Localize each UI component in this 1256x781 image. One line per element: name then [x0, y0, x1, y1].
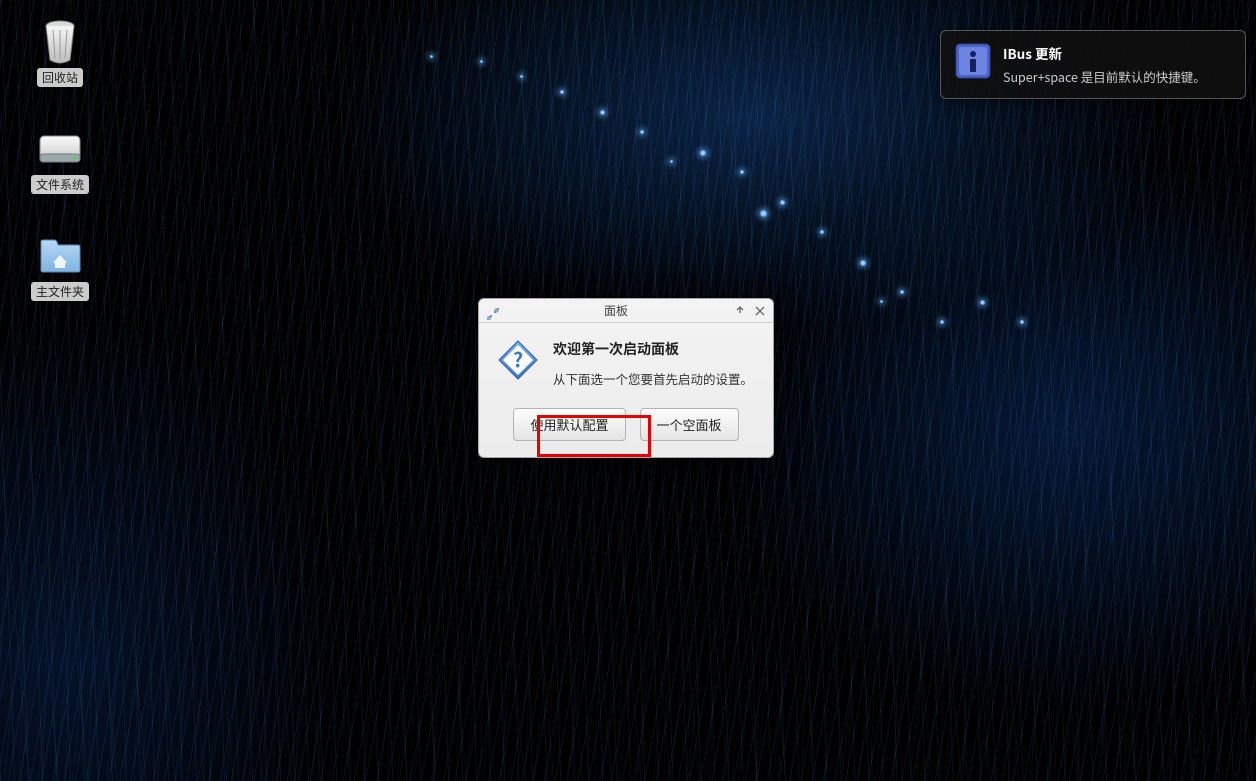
dialog-heading: 欢迎第一次启动面板 — [553, 339, 753, 359]
dialog-body: ? 欢迎第一次启动面板 从下面选一个您要首先启动的设置。 — [479, 323, 773, 398]
dialog-title: 面板 — [505, 302, 727, 319]
drive-icon — [38, 127, 82, 171]
notification-body: Super+space 是目前默认的快捷键。 — [1003, 67, 1206, 86]
desktop-icon-label: 文件系统 — [31, 175, 89, 194]
desktop-icons-area: 回收站 文件系统 — [30, 20, 90, 301]
panel-first-run-dialog: 面板 ? 欢迎第一次启动面板 从下面选一个您要首先启 — [478, 298, 774, 458]
dialog-message: 从下面选一个您要首先启动的设置。 — [553, 369, 753, 388]
desktop-icon-label: 主文件夹 — [31, 282, 89, 301]
settings-icon — [485, 303, 501, 319]
desktop-icon-label: 回收站 — [37, 68, 83, 87]
minimize-icon[interactable] — [733, 304, 747, 318]
svg-text:?: ? — [513, 344, 523, 373]
empty-panel-button[interactable]: 一个空面板 — [640, 408, 739, 441]
dialog-titlebar[interactable]: 面板 — [479, 299, 773, 323]
info-icon — [955, 43, 991, 79]
desktop-icon-filesystem[interactable]: 文件系统 — [30, 127, 90, 194]
notification-title: IBus 更新 — [1003, 43, 1206, 63]
dialog-button-row: 使用默认配置 一个空面板 — [479, 398, 773, 457]
desktop-icon-home[interactable]: 主文件夹 — [30, 234, 90, 301]
question-icon: ? — [497, 339, 539, 381]
home-folder-icon — [38, 234, 82, 278]
desktop-icon-trash[interactable]: 回收站 — [30, 20, 90, 87]
trash-icon — [38, 20, 82, 64]
use-default-config-button[interactable]: 使用默认配置 — [513, 408, 625, 441]
ibus-update-notification[interactable]: IBus 更新 Super+space 是目前默认的快捷键。 — [940, 30, 1246, 99]
close-icon[interactable] — [753, 304, 767, 318]
